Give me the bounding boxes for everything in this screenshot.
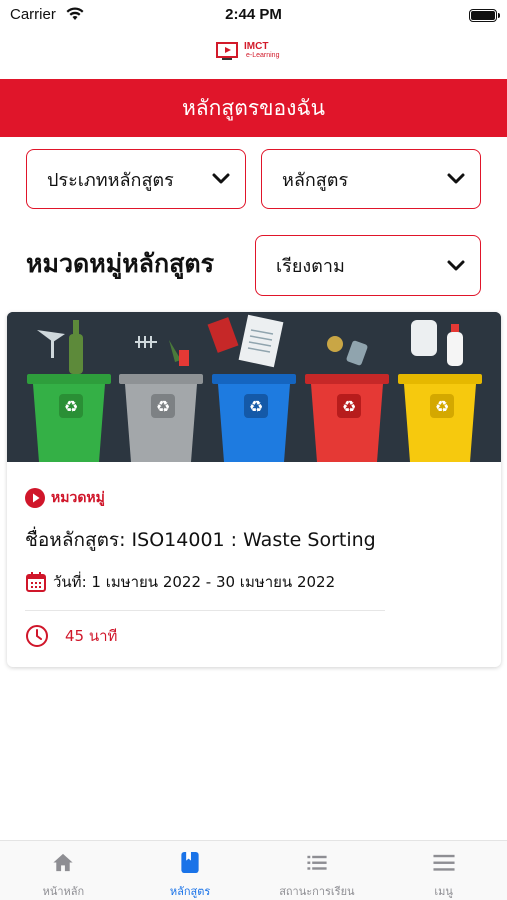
tab-courses[interactable]: หลักสูตร: [127, 841, 254, 900]
course-banner-image: ♻ ♻ ♻ ♻ ♻: [7, 312, 501, 462]
chevron-down-icon: [447, 260, 465, 270]
page-title: หลักสูตรของฉัน: [181, 95, 326, 120]
logo-icon: [216, 42, 238, 60]
svg-text:♻: ♻: [64, 397, 78, 416]
course-select-label: หลักสูตร: [282, 169, 349, 191]
bottom-tab-bar: หน้าหลัก หลักสูตร สถานะการเรียน เมนู: [0, 840, 507, 900]
course-select[interactable]: หลักสูตร: [261, 149, 481, 209]
chevron-down-icon: [447, 173, 465, 184]
sort-select-label: เรียงตาม: [276, 256, 345, 277]
course-duration: 45 นาที: [25, 624, 117, 648]
tab-home[interactable]: หน้าหลัก: [0, 841, 127, 900]
course-name: ชื่อหลักสูตร: ISO14001 : Waste Sorting: [25, 529, 376, 551]
blue-bin: ♻: [212, 374, 296, 462]
logo-text: IMCT: [244, 41, 269, 52]
course-type-select-label: ประเภทหลักสูตร: [47, 169, 174, 191]
course-date-label: วันที่: 1 เมษายน 2022 - 30 เมษายน 2022: [53, 573, 336, 591]
svg-text:♻: ♻: [435, 397, 449, 416]
grey-bin: ♻: [119, 374, 203, 462]
play-circle-icon: [25, 488, 45, 508]
status-bar: Carrier 2:44 PM: [0, 0, 507, 30]
course-category: หมวดหมู่: [25, 487, 105, 509]
menu-icon: [433, 854, 455, 871]
course-category-label: หมวดหมู่: [51, 490, 105, 506]
svg-text:♻: ♻: [249, 397, 263, 416]
divider: [25, 610, 385, 611]
tab-home-label: หน้าหลัก: [42, 885, 85, 898]
book-icon: [181, 851, 199, 874]
svg-text:♻: ♻: [156, 397, 170, 416]
section-title: หมวดหมู่หลักสูตร: [26, 249, 215, 278]
yellow-bin: ♻: [398, 374, 482, 462]
home-icon: [53, 853, 73, 872]
battery-icon: [469, 9, 500, 22]
list-icon: [307, 855, 327, 870]
logo-subtext: e-Learning: [246, 52, 280, 59]
tab-menu-label: เมนู: [434, 885, 453, 898]
page-title-bar: หลักสูตรของฉัน: [0, 79, 507, 137]
tab-learning-status-label: สถานะการเรียน: [279, 885, 355, 898]
calendar-icon: [26, 572, 46, 592]
course-date: วันที่: 1 เมษายน 2022 - 30 เมษายน 2022: [25, 570, 335, 594]
tab-courses-label: หลักสูตร: [169, 885, 211, 898]
sort-select[interactable]: เรียงตาม: [255, 235, 481, 296]
course-card[interactable]: ♻ ♻ ♻ ♻ ♻ หมวดหมู่ ชื่อหลักสูตร: ISO1400…: [7, 312, 501, 667]
clock-icon: [26, 625, 48, 647]
tab-learning-status[interactable]: สถานะการเรียน: [254, 841, 381, 900]
red-bin: ♻: [305, 374, 389, 462]
app-logo: IMCT e-Learning: [216, 40, 292, 64]
clock: 2:44 PM: [225, 6, 282, 23]
tab-menu[interactable]: เมนู: [380, 841, 507, 900]
svg-text:♻: ♻: [342, 397, 356, 416]
green-bin: ♻: [27, 374, 111, 462]
course-duration-label: 45 นาที: [65, 627, 118, 645]
chevron-down-icon: [212, 173, 230, 184]
course-type-select[interactable]: ประเภทหลักสูตร: [26, 149, 246, 209]
